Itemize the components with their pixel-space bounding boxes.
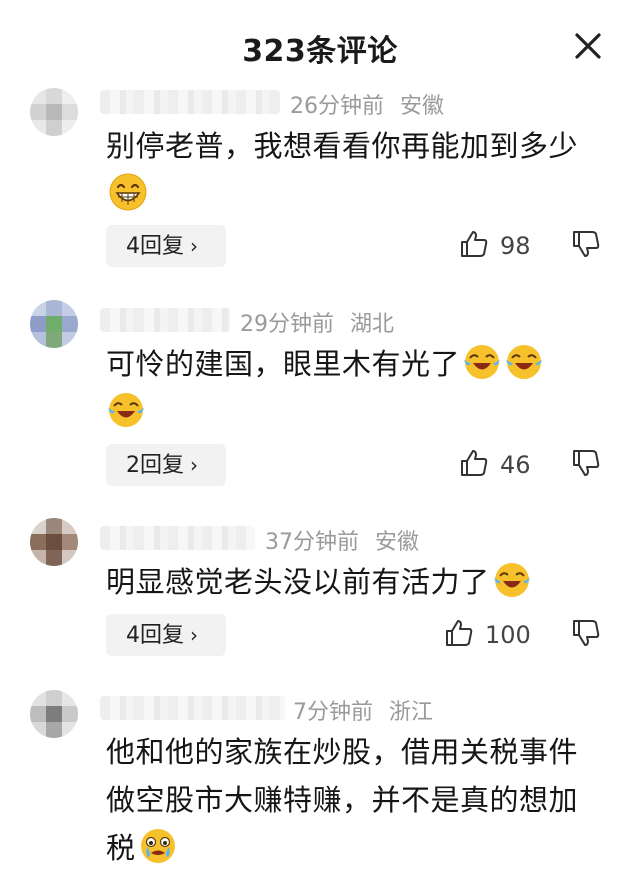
comment-text: 可怜的建国，眼里木有光了 xyxy=(106,340,606,436)
reply-count-label: 2回复 xyxy=(126,453,184,478)
dislike-button[interactable] xyxy=(570,228,606,264)
comment-meta: 7分钟前 浙江 xyxy=(293,694,433,726)
like-button[interactable]: 98 xyxy=(458,226,531,266)
thumbs-up-icon xyxy=(461,450,488,476)
comment-text-content: 可怜的建国，眼里木有光了 xyxy=(106,347,461,381)
avatar[interactable] xyxy=(30,690,78,738)
thumbs-down-icon xyxy=(573,231,600,257)
like-button[interactable]: 100 xyxy=(443,615,531,655)
chevron-right-icon: › xyxy=(190,623,198,647)
comment-region: 安徽 xyxy=(400,94,445,119)
comment-region: 浙江 xyxy=(389,700,434,725)
comment-region: 湖北 xyxy=(350,312,395,337)
comment-text-content: 明显感觉老头没以前有活力了 xyxy=(106,565,490,599)
comment-text: 他和他的家族在炒股，借用关税事件做空股市大赚特赚，并不是真的想加税 xyxy=(106,728,596,872)
comment-text-content: 别停老普，我想看看你再能加到多少 xyxy=(106,129,579,163)
comment-time: 37分钟前 xyxy=(265,530,359,555)
comment-meta: 29分钟前 湖北 xyxy=(240,306,394,338)
comment-text: 明显感觉老头没以前有活力了 xyxy=(106,558,606,606)
avatar[interactable] xyxy=(30,88,78,136)
view-replies-button[interactable]: 4回复 › xyxy=(106,225,226,267)
username-blurred[interactable] xyxy=(100,696,285,720)
comment-time: 26分钟前 xyxy=(290,94,384,119)
username-blurred[interactable] xyxy=(100,90,280,114)
chevron-right-icon: › xyxy=(190,234,198,258)
dislike-button[interactable] xyxy=(570,447,606,483)
view-replies-button[interactable]: 4回复 › xyxy=(106,614,226,656)
reply-count-label: 4回复 xyxy=(126,623,184,648)
thumbs-up-icon xyxy=(461,231,488,257)
comment-meta: 37分钟前 安徽 xyxy=(265,524,419,556)
laugh-cry-emoji-icon xyxy=(493,563,530,597)
close-button[interactable] xyxy=(568,26,608,66)
teary-emoji-icon xyxy=(140,829,175,863)
view-replies-button[interactable]: 2回复 › xyxy=(106,444,226,486)
like-button[interactable]: 46 xyxy=(458,445,531,485)
comment-region: 安徽 xyxy=(375,530,420,555)
like-count: 98 xyxy=(500,232,531,260)
thumbs-down-icon xyxy=(573,450,600,476)
chevron-right-icon: › xyxy=(190,453,198,477)
like-count: 100 xyxy=(485,621,531,649)
comment-text: 别停老普，我想看看你再能加到多少 xyxy=(106,122,606,218)
reply-count-label: 4回复 xyxy=(126,234,184,259)
username-blurred[interactable] xyxy=(100,526,255,550)
avatar[interactable] xyxy=(30,300,78,348)
grin-emoji-icon xyxy=(109,173,147,211)
thumbs-down-icon xyxy=(573,620,600,646)
comment-meta: 26分钟前 安徽 xyxy=(290,88,444,120)
laugh-cry-emoji-icon xyxy=(464,345,501,379)
username-blurred[interactable] xyxy=(100,308,230,332)
laugh-cry-emoji-icon xyxy=(506,345,543,379)
avatar[interactable] xyxy=(30,518,78,566)
like-count: 46 xyxy=(500,451,531,479)
comment-count-title: 323条评论 xyxy=(242,34,398,69)
dislike-button[interactable] xyxy=(570,617,606,653)
comment-time: 7分钟前 xyxy=(293,700,373,725)
comment-time: 29分钟前 xyxy=(240,312,334,337)
comments-header: 323条评论 xyxy=(0,0,640,90)
laugh-cry-emoji-icon xyxy=(108,393,144,427)
thumbs-up-icon xyxy=(446,620,473,646)
close-icon xyxy=(575,33,601,59)
